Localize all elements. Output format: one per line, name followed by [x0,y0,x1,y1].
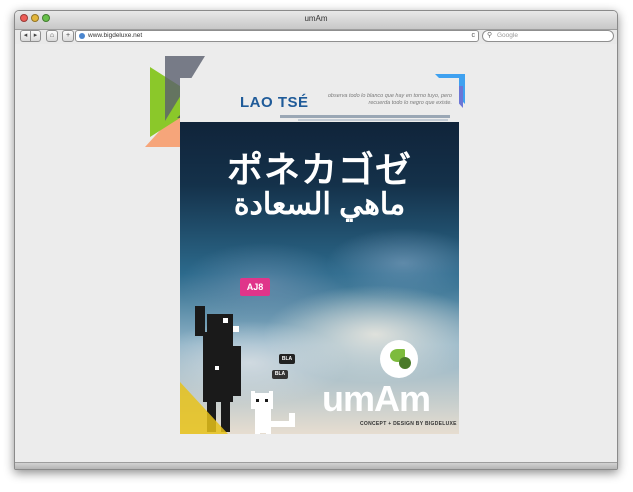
poster-header-title: LAO TSÉ [240,94,309,111]
url-text: www.bigdeluxe.net [88,32,143,39]
header-divider-secondary [298,119,448,121]
window-bottom-bar [15,462,617,469]
speech-bubble-small: BLA [272,370,288,379]
search-icon: ⚲ [487,32,493,39]
poster-credits: CONCEPT + DESIGN BY BIGDELUXE [360,421,457,427]
browser-window: umAm ◂ ▸ ⌂ + www.bigdeluxe.net c ⚲ Googl… [14,10,618,470]
reload-icon[interactable]: c [472,31,476,41]
back-icon: ◂ [23,32,28,39]
add-bookmark-button[interactable]: + [62,30,74,42]
japanese-headline: ポネカゴゼ [226,149,412,190]
umam-logo-orb [380,340,418,378]
home-button[interactable]: ⌂ [46,30,58,42]
speech-bubble-pink: AJ8 [240,278,270,296]
search-placeholder: Google [497,32,518,39]
address-bar[interactable]: www.bigdeluxe.net c [75,30,479,42]
speech-bubble-small: BLA [279,354,295,364]
title-bar: umAm [15,11,617,30]
forward-button[interactable]: ▸ [30,30,41,42]
globe-icon [79,33,85,39]
page-content: LAO TSÉ observa todo lo blanco que hay e… [15,44,617,464]
arabic-headline: ماهي السعادة [233,188,406,221]
toolbar: ◂ ▸ ⌂ + www.bigdeluxe.net c ⚲ Google [15,30,617,44]
pixel-cat-character [251,391,295,434]
poster-header: LAO TSÉ observa todo lo blanco que hay e… [180,78,459,122]
search-field[interactable]: ⚲ Google [482,30,614,42]
window-title: umAm [304,14,328,23]
poster-header-quote: observa todo lo blanco que hay en torno … [327,93,452,106]
forward-icon: ▸ [33,32,38,39]
header-divider [280,115,450,118]
brand-logo-text: umAm [322,378,431,419]
home-icon: ⌂ [49,32,55,39]
poster-image: LAO TSÉ observa todo lo blanco que hay e… [180,78,459,434]
plus-icon: + [65,32,71,39]
decor-corner-yellow [180,382,228,434]
leaf-icon [399,357,411,369]
